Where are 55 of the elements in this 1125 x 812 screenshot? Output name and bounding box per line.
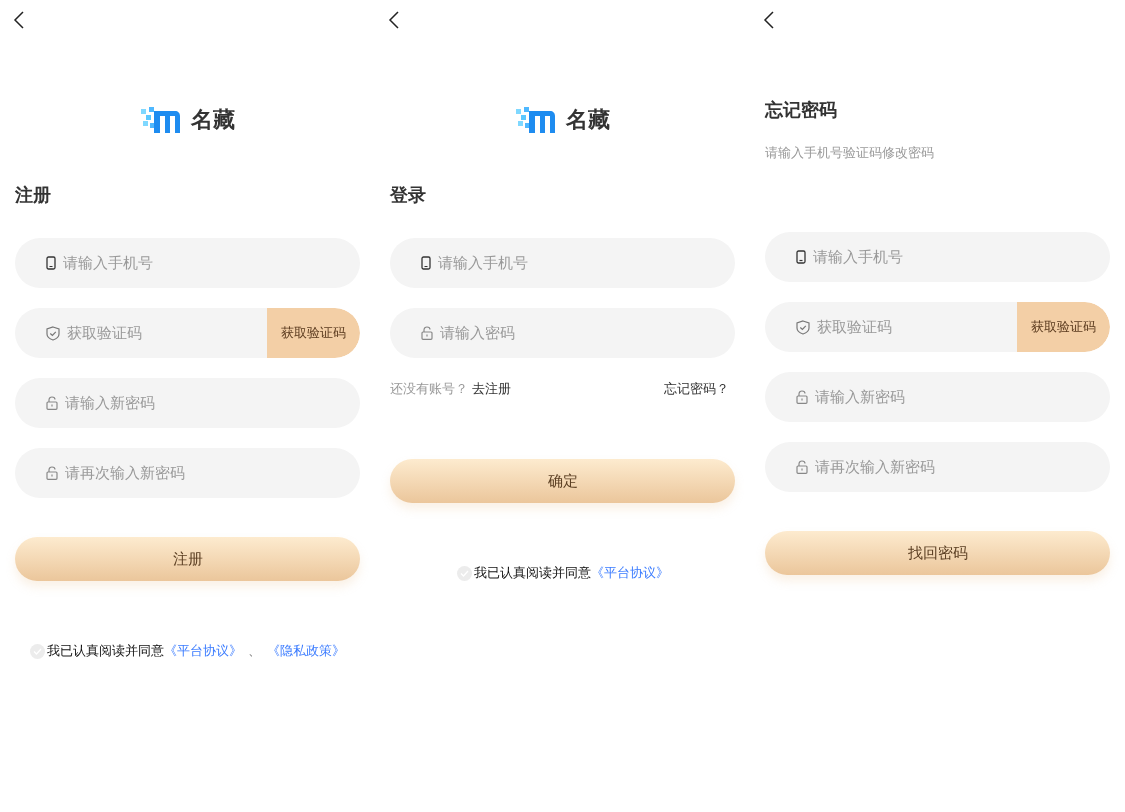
lock-icon <box>421 326 433 340</box>
back-icon[interactable] <box>763 11 775 29</box>
brand-name: 名藏 <box>565 106 610 134</box>
lock-icon <box>796 460 808 474</box>
lock-icon <box>796 390 808 404</box>
password-field[interactable]: 请再次输入新密码 <box>765 442 1110 492</box>
password-input[interactable]: 请再次输入新密码 <box>65 464 360 482</box>
shield-check-icon <box>796 319 810 335</box>
code-input[interactable]: 获取验证码 <box>67 324 267 342</box>
agreement-link[interactable]: 《平台协议》 <box>164 642 242 660</box>
logo-icon <box>140 107 181 133</box>
page-title: 注册 <box>15 183 52 207</box>
phone-input[interactable]: 请输入手机号 <box>813 248 1110 266</box>
phone-field[interactable]: 请输入手机号 <box>390 238 735 288</box>
phone-input[interactable]: 请输入手机号 <box>438 254 735 272</box>
forgot-password-link[interactable]: 忘记密码？ <box>664 380 729 398</box>
agreement-link[interactable]: 《隐私政策》 <box>267 642 345 660</box>
back-icon[interactable] <box>13 11 25 29</box>
phone-field[interactable]: 请输入手机号 <box>765 232 1110 282</box>
phone-field[interactable]: 请输入手机号 <box>15 238 360 288</box>
phone-icon <box>46 256 56 270</box>
submit-button[interactable]: 找回密码 <box>765 531 1110 575</box>
logo-icon <box>515 107 556 133</box>
password-input[interactable]: 请输入新密码 <box>65 394 360 412</box>
code-input[interactable]: 获取验证码 <box>817 318 1017 336</box>
password-input[interactable]: 请再次输入新密码 <box>815 458 1110 476</box>
no-account-text: 还没有账号？ <box>390 381 468 396</box>
password-field[interactable]: 请输入新密码 <box>15 378 360 428</box>
code-field[interactable]: 获取验证码 <box>765 302 1017 352</box>
code-field[interactable]: 获取验证码 <box>15 308 267 358</box>
phone-icon <box>421 256 431 270</box>
separator-text: 、 <box>248 642 261 660</box>
subtitle: 请输入手机号验证码修改密码 <box>765 144 935 162</box>
lock-icon <box>46 466 58 480</box>
page-title: 登录 <box>390 183 427 207</box>
submit-button[interactable]: 注册 <box>15 537 360 581</box>
shield-check-icon <box>46 325 60 341</box>
phone-input[interactable]: 请输入手机号 <box>63 254 360 272</box>
brand-name: 名藏 <box>190 106 235 134</box>
agreement-text: 我已认真阅读并同意 <box>473 564 591 582</box>
lock-icon <box>46 396 58 410</box>
agreement-link[interactable]: 《平台协议》 <box>590 564 669 582</box>
password-field[interactable]: 请输入新密码 <box>765 372 1110 422</box>
password-field[interactable]: 请输入密码 <box>390 308 735 358</box>
get-code-button[interactable]: 获取验证码 <box>267 308 360 358</box>
register-link[interactable]: 去注册 <box>472 381 511 396</box>
page-title: 忘记密码 <box>765 98 838 122</box>
get-code-button[interactable]: 获取验证码 <box>1017 302 1110 352</box>
password-input[interactable]: 请输入新密码 <box>815 388 1110 406</box>
phone-icon <box>796 250 806 264</box>
password-input[interactable]: 请输入密码 <box>440 324 735 342</box>
agreement-text: 我已认真阅读并同意 <box>47 642 164 660</box>
password-field[interactable]: 请再次输入新密码 <box>15 448 360 498</box>
submit-button[interactable]: 确定 <box>390 459 735 503</box>
back-icon[interactable] <box>388 11 400 29</box>
